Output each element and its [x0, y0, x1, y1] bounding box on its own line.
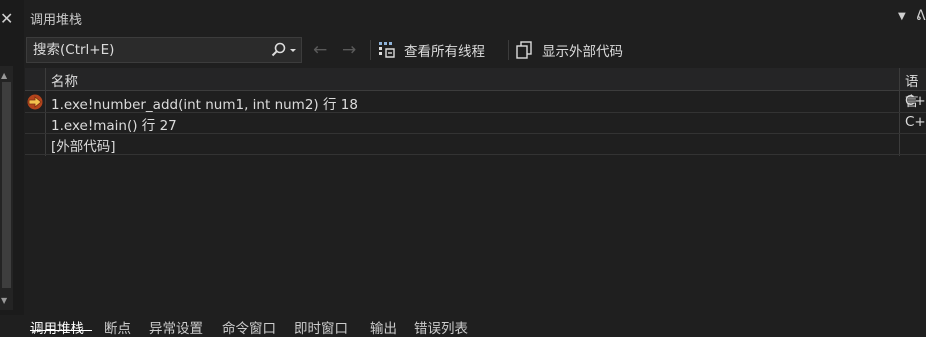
table-row[interactable]: 1.exe!number_add(int num1, int num2) 行 1… [25, 92, 926, 113]
table-row[interactable]: [外部代码] [25, 134, 926, 155]
search-box [26, 37, 302, 63]
tab-output[interactable]: 输出 [370, 317, 397, 337]
pin-icon[interactable]: ᕕ [916, 8, 926, 24]
arrow-left-icon[interactable]: ← [313, 40, 327, 60]
arrow-right-icon[interactable]: → [342, 40, 356, 60]
search-icon [271, 42, 296, 57]
view-all-threads-button[interactable]: 查看所有线程 [378, 39, 485, 61]
tab-immediate-window[interactable]: 即时窗口 [294, 317, 348, 337]
show-external-code-button[interactable]: 显示外部代码 [516, 39, 623, 61]
bottom-tab-strip: 调用堆栈 断点 异常设置 命令窗口 即时窗口 输出 错误列表 [24, 315, 926, 337]
threads-icon [379, 42, 395, 58]
frame-language: C++ [905, 114, 926, 130]
left-scrollbar-thumb[interactable] [2, 82, 11, 288]
frame-name: [外部代码] [51, 139, 116, 155]
table-row[interactable]: 1.exe!main() 行 27 C++ [25, 113, 926, 134]
show-external-code-label: 显示外部代码 [542, 44, 623, 60]
current-frame-arrow-icon [27, 94, 43, 110]
chevron-down-icon[interactable]: ▼ [898, 11, 906, 22]
panel-title: 调用堆栈 [30, 13, 83, 28]
frame-name: 1.exe!main() 行 27 [51, 118, 177, 134]
tab-command-window[interactable]: 命令窗口 [222, 317, 276, 337]
search-input[interactable] [33, 41, 253, 59]
call-stack-grid: 名称 语言 1.exe!number_add(int num1, int num… [25, 68, 926, 158]
column-header-name[interactable]: 名称 [51, 70, 78, 90]
frame-name: 1.exe!number_add(int num1, int num2) 行 1… [51, 97, 358, 113]
view-all-threads-label: 查看所有线程 [404, 44, 485, 60]
grid-header: 名称 语言 [25, 68, 926, 110]
frame-language: C++ [905, 93, 926, 109]
close-icon[interactable]: ✕ [0, 8, 13, 30]
external-code-icon [516, 41, 532, 59]
tab-exception-settings[interactable]: 异常设置 [149, 317, 203, 337]
tab-error-list[interactable]: 错误列表 [414, 317, 468, 337]
toolbar-separator [370, 40, 371, 60]
toolbar-separator [508, 40, 509, 60]
tab-breakpoints[interactable]: 断点 [104, 317, 131, 337]
search-button[interactable] [267, 41, 299, 59]
tab-call-stack[interactable]: 调用堆栈 [30, 317, 84, 337]
scroll-up-icon[interactable]: ▲ [1, 71, 7, 80]
scroll-down-icon[interactable]: ▼ [1, 296, 7, 305]
